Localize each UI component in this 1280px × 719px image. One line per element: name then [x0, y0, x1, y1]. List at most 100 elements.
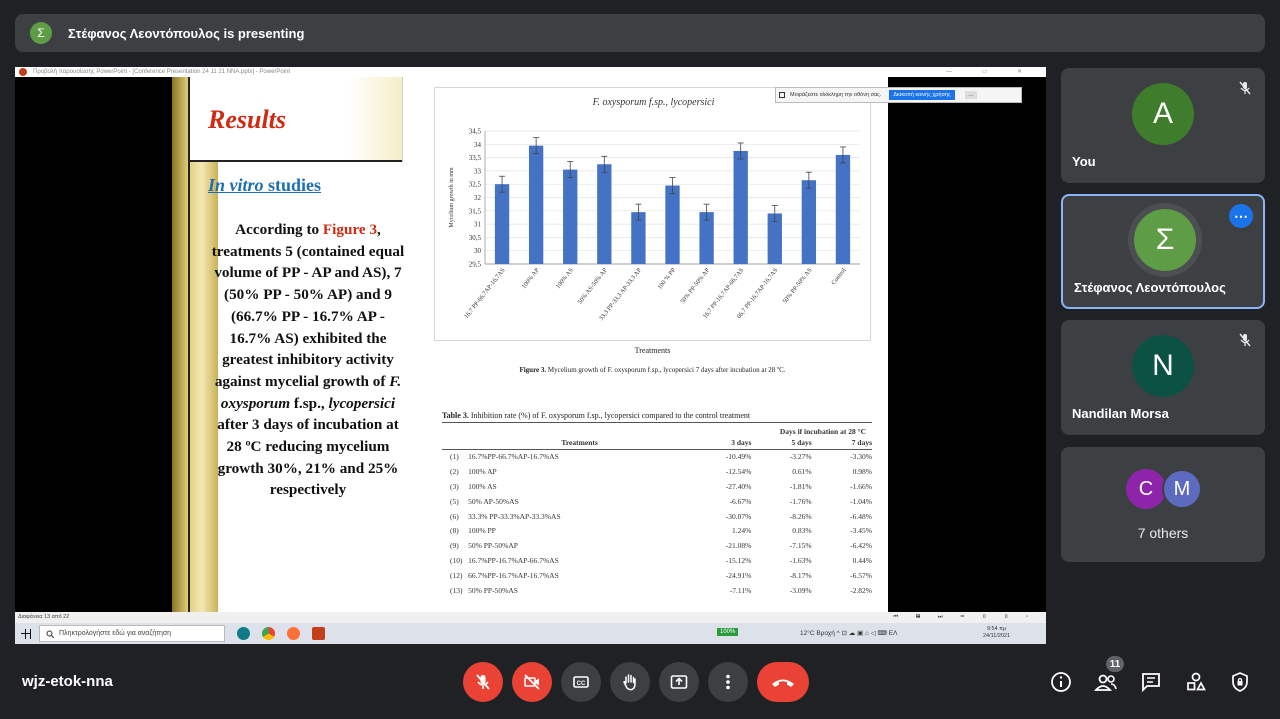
mic-toggle-button[interactable] — [463, 662, 503, 702]
table-cell: -21.08% — [725, 541, 752, 551]
slide-paragraph: According to Figure 3, treatments 5 (con… — [211, 221, 405, 499]
x-tick-label: 50% PP-50% AP — [679, 267, 711, 306]
camera-off-icon — [524, 674, 540, 690]
meeting-code: wjz-etok-nna — [22, 673, 113, 690]
table-cell: 33.3% PP-33.3%AP-33.3%AS — [468, 511, 561, 521]
taskbar-clock: 9:54 πμ 24/11/2021 — [983, 626, 1011, 639]
avatar: M — [1162, 469, 1202, 509]
host-controls-button[interactable] — [1228, 670, 1252, 694]
table-cell: -1.04% — [850, 496, 872, 506]
table-cell: -1.81% — [789, 481, 812, 491]
table-cell: (5) — [450, 496, 459, 506]
window-controls: — ▭ ✕ — [945, 69, 1036, 75]
table-cell: (13) — [450, 585, 463, 595]
more-options-button[interactable]: ⋯ — [1229, 204, 1253, 228]
chat-button[interactable] — [1139, 670, 1163, 694]
table-cell: -27.40% — [725, 481, 752, 491]
activities-button[interactable] — [1184, 670, 1208, 694]
weather-text: 12°C Βροχή — [800, 630, 835, 637]
divider — [402, 77, 403, 162]
participant-tile-presenter[interactable]: Σ ⋯ Στέφανος Λεοντόπουλος — [1061, 194, 1265, 309]
y-tick-label: 34,5 — [469, 128, 482, 136]
taskbar-search[interactable]: Πληκτρολογήστε εδώ για αναζήτηση — [39, 625, 225, 642]
slide-heading: Results — [208, 105, 287, 134]
shield-lock-icon — [1232, 672, 1248, 692]
table-row: (12) 66.7%PP-16.7%AP-16.7%AS -24.91% -8.17%… — [442, 568, 872, 583]
slide-counter: Διαφάνεια 13 από 22 — [18, 614, 70, 620]
table-cell: -6.57% — [850, 571, 872, 581]
search-placeholder: Πληκτρολογήστε εδώ για αναζήτηση — [59, 630, 172, 637]
chat-icon — [1142, 673, 1160, 693]
view-controls[interactable]: ⏮ ▤ ⏭ ▭ ▯ ▯ ▫ — [893, 612, 1036, 623]
more-options-button[interactable] — [708, 662, 748, 702]
table-cell: 0.44% — [852, 556, 872, 566]
notification-more-button[interactable]: ... — [964, 91, 978, 99]
svg-text:CC: CC — [577, 681, 586, 687]
table-cell: 50% PP-50%AS — [468, 585, 518, 595]
mic-off-icon — [476, 674, 490, 690]
camera-toggle-button[interactable] — [512, 662, 552, 702]
slide-subheading: In vitro studies — [208, 175, 322, 195]
table-cell: 0.98% — [852, 466, 872, 476]
participant-name: Nandilan Morsa — [1072, 406, 1169, 421]
y-tick-label: 29,5 — [469, 261, 482, 269]
table-cell: 0.61% — [792, 466, 812, 476]
leave-call-button[interactable] — [757, 662, 809, 702]
table-cell: 50% PP-50%AP — [468, 541, 518, 551]
participant-tile-nandilan[interactable]: N Nandilan Morsa — [1061, 320, 1265, 435]
table-cell: -6.67% — [729, 496, 752, 506]
y-axis-title: Mycelium growth in mm — [449, 167, 455, 227]
table-row: (10) 16.7%PP-16.7%AP-66.7%AS -15.12% -1.63%… — [442, 553, 872, 568]
present-icon — [670, 675, 688, 689]
y-tick-label: 34 — [474, 141, 482, 149]
table-cell: -1.76% — [789, 496, 812, 506]
x-tick-label: 100% AP — [520, 267, 541, 291]
battery-indicator: 100% — [717, 628, 739, 636]
table-cell: 0.83% — [792, 526, 812, 536]
avatar: A — [1132, 83, 1194, 145]
y-tick-label: 32 — [474, 194, 482, 202]
y-tick-label: 30 — [474, 247, 482, 255]
ppt-statusbar: Διαφάνεια 13 από 22 ⏮ ▤ ⏭ ▭ ▯ ▯ ▫ — [15, 612, 1046, 623]
table-cell: -3.45% — [850, 526, 872, 536]
y-tick-label: 30,5 — [469, 234, 482, 242]
screen-share-icon — [779, 92, 785, 98]
meeting-details-button[interactable] — [1049, 670, 1073, 694]
ppt-window-title: Προβολή παρουσίασης PowerPoint - [Confer… — [33, 69, 291, 75]
firefox-icon[interactable] — [287, 627, 300, 640]
y-tick-label: 33 — [474, 167, 482, 175]
raise-hand-button[interactable] — [610, 662, 650, 702]
powerpoint-icon — [19, 68, 27, 76]
chart-bar — [597, 164, 612, 264]
table-cell: -3.09% — [789, 585, 812, 595]
chrome-icon[interactable] — [262, 627, 275, 640]
chart-bar — [665, 185, 680, 264]
participant-tile-you[interactable]: A You — [1061, 68, 1265, 183]
present-button[interactable] — [659, 662, 699, 702]
windows-start-icon[interactable] — [21, 628, 31, 639]
captions-button[interactable]: CC — [561, 662, 601, 702]
edge-icon[interactable] — [237, 627, 250, 640]
figure-caption: Figure 3. Mycelium growth of F. oxysporu… — [519, 366, 786, 374]
powerpoint-taskbar-icon[interactable] — [312, 627, 325, 640]
chart-bar — [494, 184, 510, 264]
table-cell: (10) — [450, 556, 463, 566]
participant-count-badge: 11 — [1106, 656, 1124, 672]
table-cell: (1) — [450, 452, 459, 462]
table-cell: 50% AP-50%AS — [468, 496, 519, 506]
table-cell: 66.7%PP-16.7%AP-16.7%AS — [468, 571, 559, 581]
divider — [188, 77, 190, 612]
participants-button[interactable] — [1094, 670, 1118, 694]
table-cell: 1.24% — [732, 526, 752, 536]
info-icon — [1051, 672, 1071, 692]
system-tray[interactable]: 12°C Βροχή ^ ⊡ ☁ ▣ ⌂ ◁ ⌨ ΕΛ — [800, 629, 897, 637]
shared-screen: Προβολή παρουσίασης PowerPoint - [Confer… — [15, 67, 1046, 644]
table-cell: 100% AS — [468, 481, 497, 491]
table-row: (1) 16.7%PP-66.7%AP-16.7%AS -10.49% -3.27% -… — [442, 449, 872, 464]
others-tile[interactable]: C M 7 others — [1061, 447, 1265, 562]
slide: Results In vitro studies According to Fi… — [172, 77, 888, 612]
stop-sharing-button[interactable]: Διακοπή κοινής χρήσης — [889, 90, 955, 100]
others-label: 7 others — [1137, 525, 1189, 541]
table-cell: -1.66% — [850, 481, 872, 491]
table-header: 5 days — [751, 437, 812, 450]
